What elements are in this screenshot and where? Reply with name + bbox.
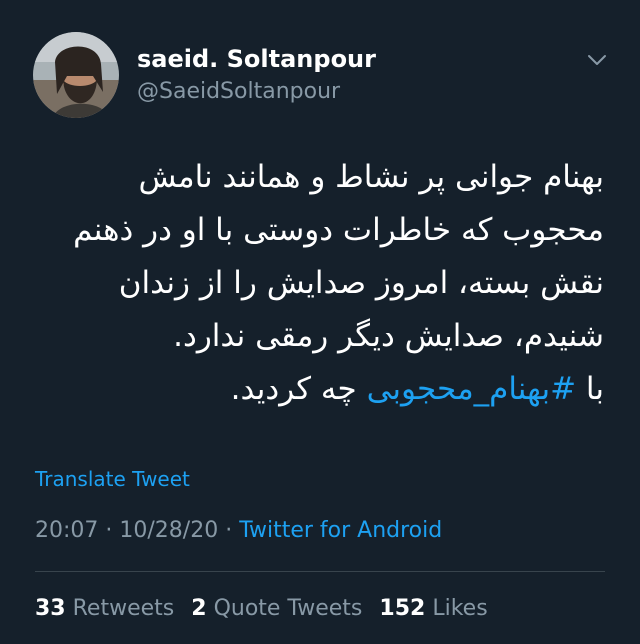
quote-tweets-label: Quote Tweets	[213, 596, 363, 621]
tweet-line: شنیدم، صدایش دیگر رمقی ندارد.	[173, 318, 604, 354]
avatar-photo	[33, 32, 119, 118]
tweet-date[interactable]: 10/28/20	[119, 518, 218, 543]
quote-tweets-count: 2	[191, 596, 207, 621]
tweet-line-last: با #بهنام_محجوبی چه کردید.	[24, 363, 604, 416]
tweet-meta: 20:07 · 10/28/20 · Twitter for Android	[35, 518, 442, 543]
retweets-count: 33	[35, 596, 66, 621]
hashtag-link[interactable]: #بهنام_محجوبی	[367, 371, 577, 407]
tweet-menu-button[interactable]	[585, 52, 609, 68]
display-name[interactable]: saeid. Soltanpour	[137, 45, 376, 73]
retweets-stat[interactable]: 33 Retweets	[35, 596, 174, 621]
tweet-line: نقش بسته، امروز صدایش را از زندان	[118, 265, 604, 301]
tweet-line: بهنام جوانی پر نشاط و همانند نامش	[138, 159, 604, 195]
tweet-text-segment: چه کردید.	[230, 371, 367, 407]
tweet-line: محجوب که خاطرات دوستی با او در ذهنم	[73, 212, 604, 248]
tweet-source-link[interactable]: Twitter for Android	[239, 518, 442, 543]
avatar[interactable]	[33, 32, 119, 118]
likes-stat[interactable]: 152 Likes	[379, 596, 487, 621]
translate-tweet-link[interactable]: Translate Tweet	[35, 467, 190, 491]
divider	[35, 571, 605, 572]
quote-tweets-stat[interactable]: 2 Quote Tweets	[191, 596, 362, 621]
meta-separator: ·	[98, 518, 120, 543]
tweet-text-segment: با	[576, 371, 604, 407]
user-handle[interactable]: @SaeidSoltanpour	[137, 79, 340, 104]
likes-label: Likes	[432, 596, 488, 621]
tweet-text: بهنام جوانی پر نشاط و همانند نامش محجوب …	[24, 151, 604, 416]
tweet-time[interactable]: 20:07	[35, 518, 98, 543]
tweet-detail: saeid. Soltanpour @SaeidSoltanpour بهنام…	[0, 0, 640, 644]
meta-separator: ·	[218, 518, 240, 543]
likes-count: 152	[379, 596, 426, 621]
tweet-stats: 33 Retweets 2 Quote Tweets 152 Likes	[35, 596, 498, 621]
retweets-label: Retweets	[72, 596, 175, 621]
chevron-down-icon	[588, 55, 606, 65]
